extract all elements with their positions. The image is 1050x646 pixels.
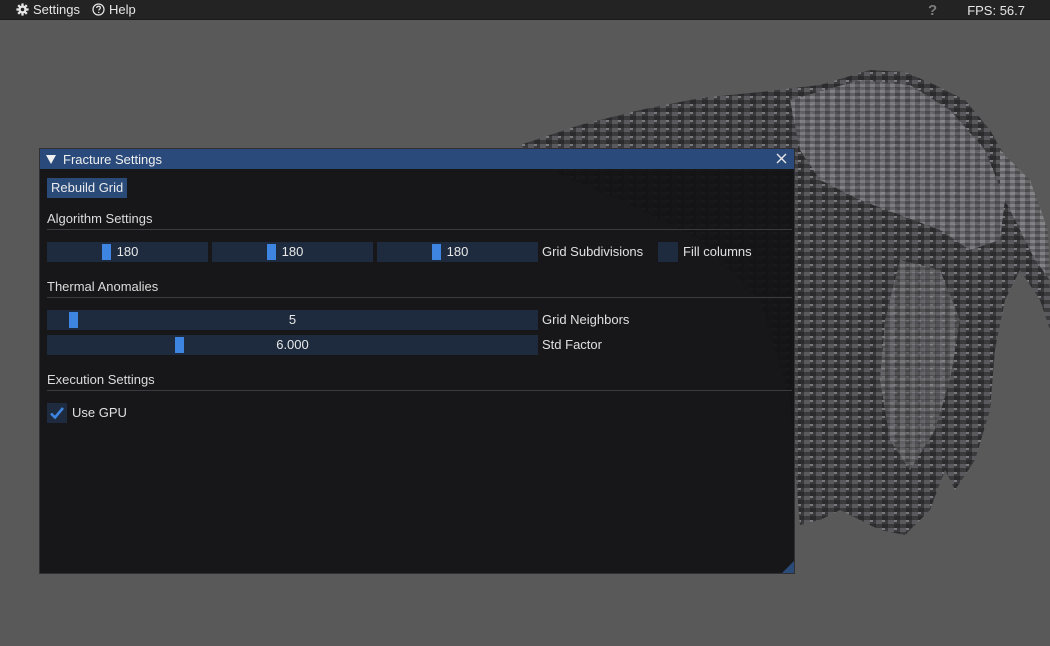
algorithm-settings-header: Algorithm Settings: [47, 211, 153, 226]
slider-value: 180: [281, 244, 304, 259]
use-gpu-checkbox[interactable]: [47, 403, 67, 423]
fill-columns-label: Fill columns: [683, 244, 752, 259]
separator: [47, 390, 792, 391]
fps-readout: FPS: 56.7: [967, 2, 1025, 18]
use-gpu-label: Use GPU: [72, 405, 127, 420]
resize-grip[interactable]: [782, 561, 794, 573]
rebuild-grid-button[interactable]: Rebuild Grid: [47, 178, 128, 198]
slider-value: 180: [446, 244, 469, 259]
thermal-anomalies-header: Thermal Anomalies: [47, 279, 159, 294]
slider-value: 5: [288, 312, 297, 327]
question-circle-icon: [92, 3, 105, 16]
std-factor-label: Std Factor: [542, 337, 602, 352]
std-factor-slider[interactable]: 6.000: [47, 335, 538, 355]
menubar-status: ? FPS: 56.7: [928, 0, 1050, 20]
window-titlebar[interactable]: Fracture Settings: [40, 149, 794, 169]
separator: [47, 297, 792, 298]
grid-neighbors-slider[interactable]: 5: [47, 310, 538, 330]
grid-subdivisions-y-slider[interactable]: 180: [212, 242, 373, 262]
separator: [47, 229, 792, 230]
slider-value: 6.000: [276, 337, 309, 352]
help-marker-icon[interactable]: ?: [928, 2, 937, 19]
menu-settings-label: Settings: [33, 2, 80, 17]
fill-columns-checkbox[interactable]: [658, 242, 678, 262]
grid-subdivisions-x-slider[interactable]: 180: [47, 242, 208, 262]
slider-value: 180: [116, 244, 139, 259]
checkmark-icon: [50, 407, 64, 420]
grid-subdivisions-label: Grid Subdivisions: [542, 244, 644, 259]
menu-help[interactable]: Help: [86, 0, 142, 20]
collapse-arrow-icon[interactable]: [46, 154, 56, 164]
gear-icon: [16, 3, 29, 16]
grid-neighbors-label: Grid Neighbors: [542, 312, 630, 327]
menu-settings[interactable]: Settings: [10, 0, 86, 20]
execution-settings-header: Execution Settings: [47, 372, 155, 387]
menubar: Settings Help ? FPS: 56.7: [0, 0, 1050, 20]
fracture-settings-window: Fracture Settings Rebuild Grid Algorithm…: [39, 148, 795, 574]
window-title: Fracture Settings: [63, 151, 162, 167]
menu-help-label: Help: [108, 2, 136, 17]
grid-subdivisions-z-slider[interactable]: 180: [377, 242, 538, 262]
close-icon[interactable]: [775, 152, 788, 165]
